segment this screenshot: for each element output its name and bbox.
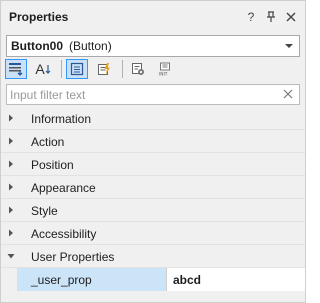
svg-text:INIT: INIT: [159, 72, 168, 77]
category-label: User Properties: [31, 250, 115, 264]
panel-titlebar: Properties ?: [1, 1, 305, 34]
alphabetical-sort-icon: A: [35, 61, 45, 77]
pin-icon[interactable]: [265, 9, 277, 25]
expand-arrow-icon[interactable]: [7, 137, 15, 145]
expand-arrow-icon[interactable]: [7, 229, 15, 237]
properties-view-button[interactable]: [66, 59, 88, 79]
category-row-accessibility[interactable]: Accessibility: [1, 222, 305, 245]
object-settings-icon: [132, 63, 144, 75]
panel-title: Properties: [9, 10, 69, 24]
category-label: Appearance: [31, 181, 96, 195]
events-view-button[interactable]: [93, 59, 115, 79]
help-icon[interactable]: ?: [245, 9, 257, 25]
category-row-information[interactable]: Information: [1, 107, 305, 130]
chevron-down-icon: [285, 44, 293, 48]
titlebar-buttons: ?: [245, 9, 297, 25]
collapse-arrow-icon[interactable]: [7, 252, 15, 260]
object-settings-button[interactable]: [127, 59, 149, 79]
category-label: Information: [31, 112, 92, 126]
category-label: Position: [31, 158, 74, 172]
clear-filter-icon[interactable]: [282, 88, 294, 100]
expand-arrow-icon[interactable]: [7, 160, 15, 168]
category-row-user-properties[interactable]: User Properties: [1, 245, 305, 268]
expand-arrow-icon[interactable]: [7, 206, 15, 214]
properties-panel: Properties ? Button00 (Button) A INIT In…: [0, 0, 306, 303]
categorized-view-button[interactable]: [5, 59, 27, 79]
empty-grid-area: [1, 292, 305, 302]
category-row-style[interactable]: Style: [1, 199, 305, 222]
close-icon[interactable]: [285, 9, 297, 25]
expand-arrow-icon[interactable]: [7, 114, 15, 122]
selected-object-name: Button00: [11, 39, 63, 53]
init-button[interactable]: INIT: [154, 59, 176, 79]
categorized-icon: [9, 63, 23, 76]
properties-icon: [70, 62, 84, 76]
object-selector-dropdown[interactable]: Button00 (Button): [6, 35, 300, 57]
category-label: Action: [31, 135, 65, 149]
category-label: Accessibility: [31, 227, 97, 241]
init-icon: INIT: [159, 62, 170, 77]
expand-arrow-icon[interactable]: [7, 183, 15, 191]
category-label: Style: [31, 204, 58, 218]
category-row-appearance[interactable]: Appearance: [1, 176, 305, 199]
toolbar-separator: [122, 60, 123, 78]
property-value[interactable]: abcd: [167, 268, 305, 291]
property-name[interactable]: _user_prop: [17, 268, 166, 291]
filter-input[interactable]: [10, 86, 270, 103]
alphabetical-view-button[interactable]: A: [32, 59, 54, 79]
property-category-list: Information Action Position Appearance S…: [1, 107, 305, 268]
category-row-position[interactable]: Position: [1, 153, 305, 176]
events-icon: [98, 63, 110, 75]
property-row-gutter: [1, 268, 17, 291]
selected-object-type: (Button): [69, 39, 112, 53]
filter-box: [6, 84, 300, 105]
toolbar-separator: [61, 60, 62, 78]
properties-toolbar: A INIT: [5, 58, 181, 80]
sort-arrow-icon: [45, 65, 51, 74]
property-row-user-prop[interactable]: _user_prop abcd: [1, 268, 305, 291]
category-row-action[interactable]: Action: [1, 130, 305, 153]
